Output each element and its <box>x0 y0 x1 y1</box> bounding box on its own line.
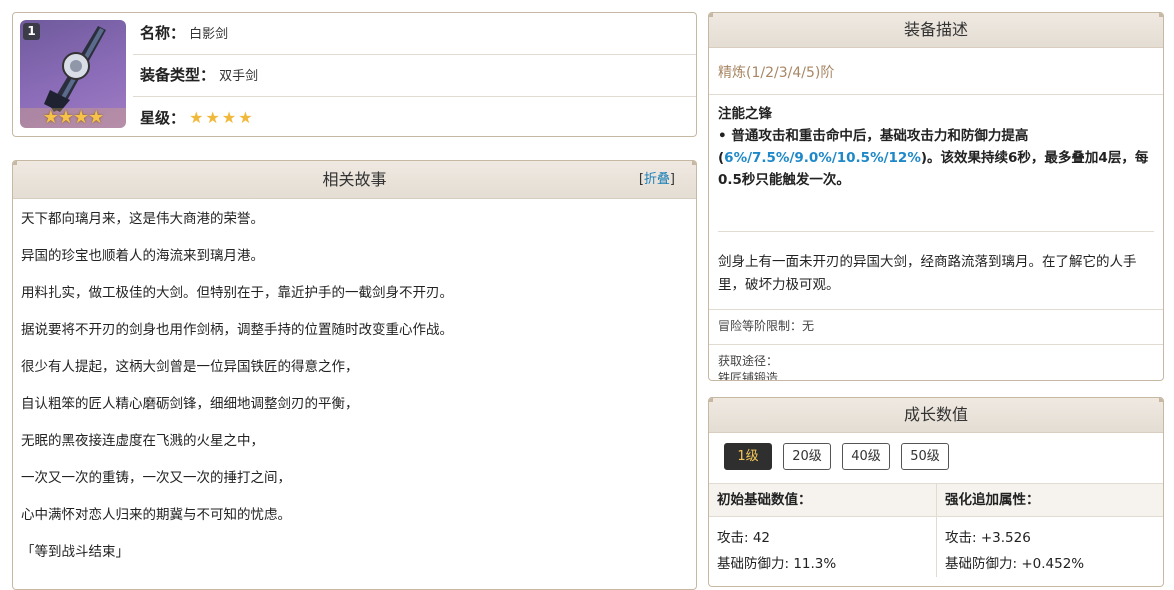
rarity-star-icons: ★★★★ <box>189 108 255 127</box>
story-line: 用料扎实，做工极佳的大剑。但特别在于，靠近护手的一截剑身不开刃。 <box>21 285 453 301</box>
story-line: 「等到战斗结束」 <box>21 544 129 560</box>
flavor-text: 剑身上有一面未开刃的异国大剑，经商路流落到璃月。在了解它的人手里，破坏力极可观。 <box>718 254 1137 293</box>
info-row-type: 装备类型： 双手剑 <box>133 55 696 97</box>
story-line: 无眠的黑夜接连虚度在飞溅的火星之中， <box>21 433 264 449</box>
fold-toggle[interactable]: [折叠] <box>639 161 675 198</box>
bonus-stats-header: 强化追加属性： <box>937 484 1163 517</box>
info-key-rarity: 星级： <box>140 109 186 127</box>
weapon-info-panel: 1 ★★★★ 名称： 白影剑 装备类型： 双手剑 星级： ★★★★ <box>12 12 697 137</box>
level-tab-4[interactable]: 50级 <box>901 443 949 470</box>
info-key-name: 名称： <box>140 24 186 42</box>
weapon-type: 双手剑 <box>219 69 259 84</box>
level-tab-1[interactable]: 1级 <box>724 443 772 470</box>
description-title: 装备描述 <box>903 20 968 39</box>
bonus-stat-attack: 攻击: +3.526 <box>945 530 1031 546</box>
info-rows: 名称： 白影剑 装备类型： 双手剑 星级： ★★★★ <box>133 13 696 136</box>
rarity-stars: ★★★★ <box>20 108 126 128</box>
story-line: 异国的珍宝也顺着人的海流来到璃月港。 <box>21 248 264 264</box>
description-panel: 装备描述 精炼(1/2/3/4/5)阶 注能之锋 • 普通攻击和重击命中后，基础… <box>708 12 1164 381</box>
base-stats-column: 初始基础数值： 攻击: 42 基础防御力: 11.3% <box>709 484 937 577</box>
level-tab-2[interactable]: 20级 <box>783 443 831 470</box>
story-line: 很少有人提起，这柄大剑曾是一位异国铁匠的得意之作， <box>21 359 359 375</box>
refinement-label: 精炼(1/2/3/4/5)阶 <box>718 65 835 81</box>
story-line: 心中满怀对恋人归来的期冀与不可知的忧虑。 <box>21 507 291 523</box>
adventure-limit: 冒险等阶限制：无 <box>709 309 1163 344</box>
skill-description: • 普通攻击和重击命中后，基础攻击力和防御力提高(6%/7.5%/9.0%/10… <box>718 125 1154 191</box>
source-label: 获取途径： <box>718 354 779 368</box>
story-header: 相关故事 [折叠] <box>13 161 696 199</box>
growth-panel: 成长数值 1级 20级 40级 50级 初始基础数值： 攻击: 42 基础防御力: 1… <box>708 397 1164 587</box>
bonus-stat-defense: 基础防御力: +0.452% <box>945 556 1085 572</box>
story-body: 天下都向璃月来，这是伟大商港的荣誉。 异国的珍宝也顺着人的海流来到璃月港。用料扎实… <box>13 199 696 571</box>
description-header: 装备描述 <box>709 13 1163 48</box>
info-key-type: 装备类型： <box>140 66 216 84</box>
story-panel: 相关故事 [折叠] 天下都向璃月来，这是伟大商港的荣誉。 异国的珍宝也顺着人的海流… <box>12 160 697 590</box>
growth-title: 成长数值 <box>903 405 968 424</box>
skill-values: 6%/7.5%/9.0%/10.5%/12% <box>724 150 921 166</box>
weapon-icon: 1 ★★★★ <box>20 20 126 128</box>
skill-name: 注能之锋 <box>718 106 772 122</box>
bonus-stats-column: 强化追加属性： 攻击: +3.526 基础防御力: +0.452% <box>937 484 1163 577</box>
weapon-name: 白影剑 <box>189 27 229 42</box>
skill-block: 注能之锋 • 普通攻击和重击命中后，基础攻击力和防御力提高(6%/7.5%/9.… <box>709 95 1163 191</box>
level-tab-3[interactable]: 40级 <box>842 443 890 470</box>
info-row-rarity: 星级： ★★★★ <box>133 97 696 136</box>
refinement-badge: 1 <box>23 23 40 40</box>
info-row-name: 名称： 白影剑 <box>133 13 696 55</box>
level-tabs: 1级 20级 40级 50级 <box>709 433 1163 484</box>
story-line: 一次又一次的重铸，一次又一次的捶打之间， <box>21 470 291 486</box>
growth-header: 成长数值 <box>709 398 1163 433</box>
story-line: 据说要将不开刃的剑身也用作剑柄，调整手持的位置随时改变重心作战。 <box>21 322 453 338</box>
story-title: 相关故事 <box>322 170 387 189</box>
story-line: 自认粗笨的匠人精心磨砺剑锋，细细地调整剑刃的平衡， <box>21 396 359 412</box>
base-stats-header: 初始基础数值： <box>709 484 936 517</box>
fold-link[interactable]: 折叠 <box>644 172 670 187</box>
base-stat-attack: 攻击: 42 <box>717 530 771 546</box>
story-line: 天下都向璃月来，这是伟大商港的荣誉。 <box>21 211 264 227</box>
source-value: 铁匠铺锻造 <box>718 371 779 381</box>
base-stat-defense: 基础防御力: 11.3% <box>717 556 837 572</box>
source-info: 获取途径： 铁匠铺锻造 <box>709 344 1163 381</box>
